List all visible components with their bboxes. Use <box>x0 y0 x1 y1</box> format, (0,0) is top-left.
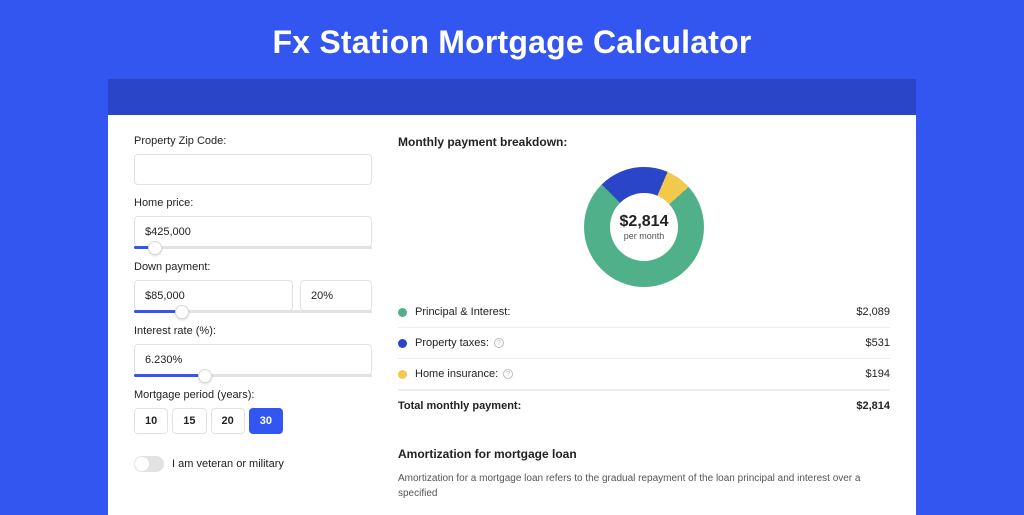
total-label: Total monthly payment: <box>398 400 856 412</box>
total-row: Total monthly payment: $2,814 <box>398 390 890 421</box>
home-price-input[interactable] <box>134 216 372 247</box>
page-title: Fx Station Mortgage Calculator <box>0 0 1024 79</box>
breakdown-row: Home insurance:?$194 <box>398 359 890 390</box>
zip-label: Property Zip Code: <box>134 135 372 147</box>
down-payment-slider-thumb[interactable] <box>175 305 189 319</box>
home-price-label: Home price: <box>134 197 372 209</box>
home-price-slider[interactable] <box>134 246 372 249</box>
amortization-title: Amortization for mortgage loan <box>398 447 890 461</box>
header-strip <box>108 79 916 115</box>
info-icon[interactable]: ? <box>503 369 513 379</box>
period-button-15[interactable]: 15 <box>172 408 206 434</box>
interest-slider-thumb[interactable] <box>198 369 212 383</box>
interest-slider[interactable] <box>134 374 372 377</box>
breakdown-title: Monthly payment breakdown: <box>398 135 890 149</box>
amortization-text: Amortization for a mortgage loan refers … <box>398 471 890 501</box>
legend-dot <box>398 339 407 348</box>
legend-dot <box>398 370 407 379</box>
period-button-20[interactable]: 20 <box>211 408 245 434</box>
home-price-slider-thumb[interactable] <box>148 241 162 255</box>
veteran-label: I am veteran or military <box>172 458 284 470</box>
donut-amount: $2,814 <box>620 213 669 231</box>
breakdown-value: $2,089 <box>856 306 890 318</box>
down-payment-label: Down payment: <box>134 261 372 273</box>
interest-slider-fill <box>134 374 205 377</box>
veteran-toggle[interactable] <box>134 456 164 472</box>
donut-sub: per month <box>624 231 665 241</box>
breakdown-row: Property taxes:?$531 <box>398 328 890 359</box>
breakdown-list: Principal & Interest:$2,089Property taxe… <box>398 297 890 390</box>
interest-label: Interest rate (%): <box>134 325 372 337</box>
donut-chart: $2,814 per month <box>584 167 704 287</box>
zip-input[interactable] <box>134 154 372 185</box>
breakdown-row: Principal & Interest:$2,089 <box>398 297 890 328</box>
period-button-30[interactable]: 30 <box>249 408 283 434</box>
period-buttons: 10152030 <box>134 408 372 434</box>
breakdown-value: $531 <box>866 337 890 349</box>
breakdown-label: Home insurance:? <box>415 368 866 380</box>
interest-input[interactable] <box>134 344 372 375</box>
down-payment-pct-input[interactable] <box>300 280 372 311</box>
info-icon[interactable]: ? <box>494 338 504 348</box>
down-payment-slider[interactable] <box>134 310 372 313</box>
breakdown-label: Property taxes:? <box>415 337 866 349</box>
page-root: Fx Station Mortgage Calculator Property … <box>0 0 1024 515</box>
donut-wrap: $2,814 per month <box>398 163 890 297</box>
veteran-toggle-knob <box>135 457 149 471</box>
veteran-row: I am veteran or military <box>134 456 372 472</box>
calculator-card: Property Zip Code: Home price: Down paym… <box>108 115 916 515</box>
down-payment-input[interactable] <box>134 280 293 311</box>
breakdown-label: Principal & Interest: <box>415 306 856 318</box>
legend-dot <box>398 308 407 317</box>
period-label: Mortgage period (years): <box>134 389 372 401</box>
breakdown-value: $194 <box>866 368 890 380</box>
donut-center: $2,814 per month <box>610 193 678 261</box>
breakdown-column: Monthly payment breakdown: $2,814 per mo… <box>398 135 890 495</box>
inputs-column: Property Zip Code: Home price: Down paym… <box>134 135 372 495</box>
period-button-10[interactable]: 10 <box>134 408 168 434</box>
total-value: $2,814 <box>856 400 890 412</box>
